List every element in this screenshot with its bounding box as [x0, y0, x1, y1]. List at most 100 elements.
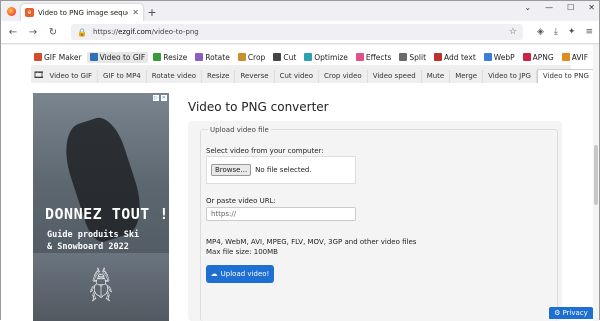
sitenav-label: Add text [444, 52, 476, 62]
file-info: MP4, WebM, AVI, MPEG, FLV, MOV, 3GP and … [206, 237, 416, 257]
ad-choices-icon[interactable]: ▷ ✕ [152, 95, 167, 101]
sitenav-label: Effects [365, 52, 392, 62]
sitenav-label: Cut [283, 52, 297, 62]
nav-icon [153, 53, 162, 61]
subnav-tab[interactable]: Mute [422, 70, 451, 83]
select-label: Select video from your computer: [206, 147, 324, 155]
close-tab-icon[interactable]: ✕ [132, 8, 139, 17]
upload-button[interactable]: ☁ Upload video! [206, 265, 274, 283]
subnav-tab[interactable]: Crop video [319, 70, 368, 83]
pocket-icon[interactable]: ◈ [537, 27, 544, 37]
no-file-text: No file selected. [255, 166, 312, 174]
subnav-tab[interactable]: Rotate video [147, 70, 203, 83]
sitenav-item[interactable]: Video to GIF [86, 51, 149, 63]
nav-icon [273, 53, 282, 61]
sitenav-label: AVIF [571, 52, 589, 62]
close-window-icon[interactable]: ✕ [588, 3, 595, 12]
firefox-view-icon[interactable] [1, 1, 21, 21]
privacy-label: Privacy [562, 309, 588, 317]
nav-icon [399, 53, 408, 61]
nav-icon [304, 53, 313, 61]
window-controls: ⌄ — ☐ ✕ [524, 3, 595, 12]
tab-strip: e Video to PNG image sequence ✕ + ⌄ — ☐ … [1, 1, 599, 21]
url-text[interactable]: https://ezgif.com/video-to-png [93, 28, 503, 36]
nav-icon [522, 53, 531, 61]
subnav-tab[interactable]: Video to PNG [536, 69, 595, 83]
reload-icon[interactable]: ↻ [47, 27, 59, 38]
subnav-tab[interactable]: GIF to MP4 [98, 70, 147, 83]
minimize-icon[interactable]: — [545, 3, 553, 12]
sitenav-label: Video to GIF [99, 52, 146, 62]
back-icon[interactable]: ← [7, 27, 19, 38]
nav-icon [237, 53, 246, 61]
sitenav-item[interactable]: Effects [353, 52, 395, 63]
nav-icon [483, 53, 492, 61]
sitenav-item[interactable]: AVIF [559, 52, 591, 63]
subnav-tab[interactable]: Video speed [368, 70, 422, 83]
sitenav-item[interactable]: Crop [235, 52, 269, 63]
page-title: Video to PNG converter [188, 100, 329, 114]
sitenav-item[interactable]: Optimize [301, 52, 351, 63]
paste-url-label: Or paste video URL: [206, 197, 276, 205]
sitenav-label: Optimize [314, 52, 348, 62]
nav-icon [355, 53, 364, 61]
site-nav: GIF Maker Video to GIF Resize Rotate Crop Cut… [31, 49, 588, 65]
bookmark-star-icon[interactable]: ☆ [509, 27, 517, 37]
sitenav-item[interactable]: Rotate [192, 52, 233, 63]
cloud-upload-icon: ☁ [210, 270, 218, 278]
ezgif-favicon-icon: e [25, 8, 34, 17]
address-bar[interactable]: 🔒 https://ezgif.com/video-to-png ☆ [71, 24, 523, 40]
subnav-tab[interactable]: Video to GIF [44, 70, 99, 83]
sitenav-item[interactable]: GIF Maker [31, 52, 85, 63]
browser-window: e Video to PNG image sequence ✕ + ⌄ — ☐ … [0, 0, 600, 321]
subnav-tab[interactable]: Reverse [235, 70, 275, 83]
sitenav-label: APNG [532, 52, 554, 62]
navigation-bar: ← → ↻ 🔒 https://ezgif.com/video-to-png ☆… [1, 21, 599, 44]
sitenav-item[interactable]: Split [396, 52, 429, 63]
upload-legend: Upload video file [208, 126, 271, 134]
sitenav-item[interactable]: Add text [431, 52, 479, 63]
ad-subtext: Guide produits Ski & Snowboard 2022 [47, 230, 140, 252]
scroll-thumb[interactable] [594, 145, 598, 205]
forward-icon[interactable]: → [27, 27, 39, 38]
sitenav-item[interactable]: APNG [520, 52, 557, 63]
ad-headline: DONNEZ TOUT ! [45, 205, 169, 223]
sitenav-item[interactable]: Resize [150, 52, 190, 63]
privacy-button[interactable]: ⚙ Privacy [549, 307, 593, 319]
sitenav-label: WebP [493, 52, 515, 62]
downloads-icon[interactable]: ⤓ [554, 27, 558, 37]
tab-title: Video to PNG image sequence [38, 8, 128, 17]
tab-list-icon[interactable]: ⌄ [524, 3, 531, 12]
browse-button[interactable]: Browse... [211, 164, 252, 176]
sitenav-label: Rotate [205, 52, 230, 62]
nav-icon [89, 53, 98, 61]
scrollbar[interactable] [593, 45, 599, 321]
upload-button-label: Upload video! [220, 270, 270, 278]
skier-image [55, 112, 151, 246]
subnav-tab[interactable]: Cut video [275, 70, 320, 83]
sitenav-label: Crop [247, 52, 266, 62]
subnav-tab[interactable]: Merge [450, 70, 484, 83]
url-input[interactable]: https:// [206, 207, 356, 221]
sitenav-label: Split [409, 52, 427, 62]
browser-tab[interactable]: e Video to PNG image sequence ✕ [21, 4, 143, 21]
sub-nav: 🎞 Video to GIF GIF to MP4 Rotate video Resi… [31, 65, 595, 83]
film-icon: 🎞 [33, 71, 45, 81]
nav-icon [561, 53, 570, 61]
new-tab-button[interactable]: + [143, 4, 161, 21]
lock-icon: 🔒 [77, 27, 87, 37]
ad-banner[interactable]: ▷ ✕ DONNEZ TOUT ! Guide produits Ski & Sno… [33, 93, 169, 321]
file-input[interactable]: Browse... No file selected. [206, 156, 356, 184]
max-size-text: Max file size: 100MB [206, 248, 278, 256]
nav-icon [195, 53, 204, 61]
menu-icon[interactable]: ≡ [585, 27, 593, 37]
gear-icon: ⚙ [554, 309, 561, 317]
subnav-tab[interactable]: Resize [202, 70, 236, 83]
sitenav-item[interactable]: Cut [270, 52, 299, 63]
maximize-icon[interactable]: ☐ [567, 3, 574, 12]
sitenav-item[interactable]: WebP [481, 52, 518, 63]
formats-text: MP4, WebM, AVI, MPEG, FLV, MOV, 3GP and … [206, 238, 417, 246]
subnav-tab[interactable]: Video to JPG [483, 70, 537, 83]
extensions-icon[interactable]: ✦ [568, 27, 576, 37]
arcteryx-logo-icon: 𓆣 [88, 269, 114, 302]
